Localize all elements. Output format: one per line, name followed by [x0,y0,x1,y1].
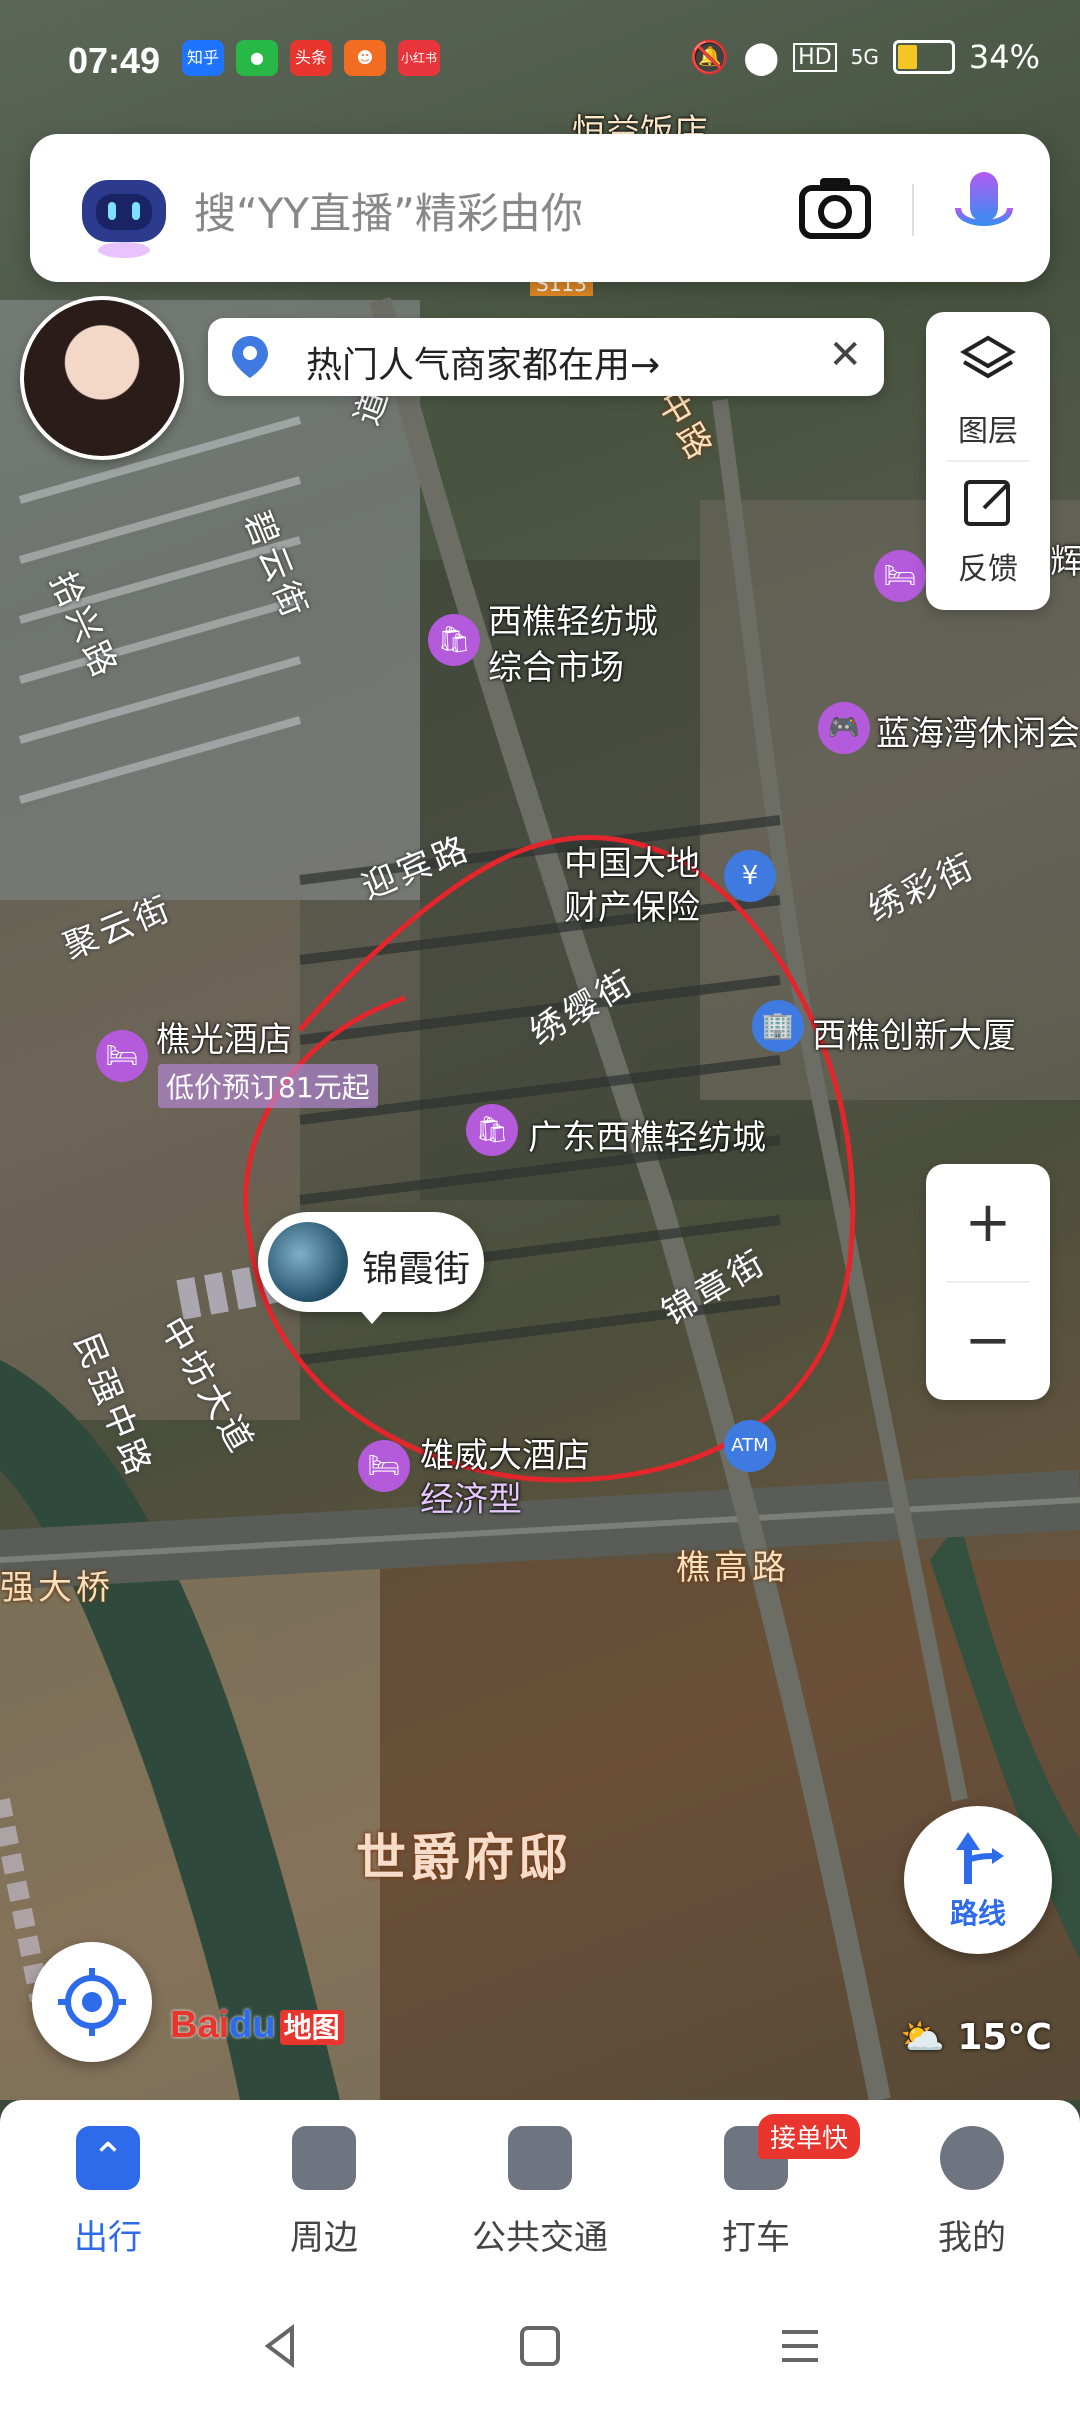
tab-nearby[interactable]: 周边 [244,2118,404,2258]
poi-label-hotel-bottom[interactable]: 雄威大酒店 [420,1428,590,1477]
travel-icon: ⌃ [76,2126,140,2190]
nearby-bag-icon [292,2126,356,2190]
partly-sunny-icon: ⛅ [900,2017,945,2058]
zhihu-app-icon: 知乎 [182,40,224,76]
locate-me-button[interactable] [32,1942,152,2062]
route-arrow-icon [956,1832,1004,1884]
battery-text: 34% [968,38,1040,76]
building-icon[interactable]: 🏢 [752,1000,804,1052]
tab-label: 我的 [938,2218,1006,2258]
poi-label-leisure[interactable]: 蓝海湾休闲会 [876,706,1080,755]
zoom-out-button[interactable]: − [926,1282,1050,1400]
avatar[interactable] [20,296,184,460]
poi-label-market-2[interactable]: 综合市场 [488,640,624,689]
toutiao-app-icon: 头条 [290,40,332,76]
callout-name: 锦霞街 [362,1249,471,1290]
tab-label: 公共交通 [472,2218,608,2258]
zoom-control: + − [926,1164,1050,1400]
bus-icon [508,2126,572,2190]
map-canvas[interactable]: 恒益饭店 S113 中路 道 碧云街 拾兴路 迎宾路 聚云街 绣缨街 绣彩街 锦… [0,0,1080,2100]
poi-label-insurance-1[interactable]: 中国大地 [564,836,700,885]
poi-label-hotel-left[interactable]: 樵光酒店 [156,1012,292,1061]
feedback-label: 反馈 [958,552,1018,587]
route-button[interactable]: 路线 [904,1806,1052,1954]
profile-face-icon [940,2126,1004,2190]
clock: 07:49 [68,40,161,81]
route-label: 路线 [949,1897,1006,1930]
app-icon: ☻ [344,40,386,76]
game-icon[interactable]: 🎮 [818,702,870,754]
layers-icon [960,335,1016,379]
poi-label-innovation[interactable]: 西樵创新大厦 [812,1008,1016,1057]
weather-widget[interactable]: ⛅ 15°C [900,2016,1052,2058]
camera-icon[interactable] [796,170,874,248]
status-right: 🔕 ⬤ HD 5G 34% [690,38,1041,76]
location-pin-icon [232,336,268,378]
status-bar: 07:49 知乎 ● 头条 ☻ 小红书 🔕 ⬤ HD 5G 34% [0,0,1080,120]
tab-label: 周边 [290,2218,358,2258]
poi-label-market[interactable]: 西樵轻纺城 [488,594,658,643]
location-callout[interactable]: 锦霞街 [258,1212,484,1324]
feedback-button[interactable]: 反馈 [926,462,1050,610]
wechat-app-icon: ● [236,40,278,76]
search-input[interactable]: 搜“YY直播”精彩由你 [194,180,583,241]
poi-tag-economy: 经济型 [420,1480,522,1520]
poi-label-insurance-2[interactable]: 财产保险 [564,880,700,929]
xiaohongshu-app-icon: 小红书 [398,40,441,76]
finance-icon[interactable]: ¥ [724,850,776,902]
bottom-tab-bar: ⌃ 出行 周边 公共交通 打车 我的 [0,2100,1080,2270]
search-divider [912,184,914,236]
hot-badge: 接单快 [758,2114,861,2159]
back-icon[interactable] [240,2306,320,2386]
poi-label-textile-city[interactable]: 广东西樵轻纺城 [528,1110,766,1159]
microphone-icon[interactable] [944,168,1024,252]
close-icon[interactable]: ✕ [828,332,862,378]
edit-icon [964,480,1010,526]
map-tools-panel: 图层 反馈 [926,312,1050,610]
baidu-map-logo: Baidu 地图 [170,2004,344,2058]
layers-label: 图层 [958,414,1018,449]
callout-tail [358,1308,386,1324]
battery-icon [892,40,955,74]
zoom-in-button[interactable]: + [926,1164,1050,1282]
shopping-icon[interactable]: 🛍 [466,1104,518,1156]
road-label-qiaogao: 樵高路 [676,1548,790,1588]
tab-travel[interactable]: ⌃ 出行 [28,2118,188,2258]
layers-button[interactable]: 图层 [926,312,1050,460]
promo-banner[interactable]: 热门人气商家都在用→ ✕ [208,318,884,396]
notification-apps: 知乎 ● 头条 ☻ 小红书 [182,40,441,76]
menu-icon[interactable] [760,2306,840,2386]
hd-icon: HD [793,42,837,72]
district-label[interactable]: 世爵府邸 [356,1818,572,1890]
search-bar[interactable]: 搜“YY直播”精彩由你 [30,134,1050,282]
atm-icon[interactable]: ATM [724,1420,776,1472]
crosshair-icon [58,1968,126,2036]
callout-image [268,1222,348,1302]
temperature: 15°C [957,2017,1052,2058]
poi-label-hotel-right[interactable]: 辉 [1050,534,1080,583]
coupon-tag[interactable]: 低价预订81元起 [158,1064,378,1108]
hotel-icon[interactable]: 🛏 [96,1030,148,1082]
robot-assistant-icon[interactable] [76,164,172,260]
home-icon[interactable] [500,2306,580,2386]
bridge-label: 强大桥 [0,1568,114,1608]
tab-transit[interactable]: 公共交通 [460,2118,620,2258]
shopping-icon[interactable]: 🛍 [428,614,480,666]
signal-icon: 5G [850,45,879,69]
hotel-icon[interactable]: 🛏 [874,550,926,602]
tab-label: 出行 [74,2218,142,2258]
tab-me[interactable]: 我的 [892,2118,1052,2258]
mute-icon: 🔕 [689,38,730,76]
tab-label: 打车 [722,2218,790,2258]
location-icon: ⬤ [743,38,780,76]
system-nav-bar [0,2270,1080,2412]
hotel-icon[interactable]: 🛏 [358,1440,410,1492]
promo-text[interactable]: 热门人气商家都在用→ [306,336,660,388]
